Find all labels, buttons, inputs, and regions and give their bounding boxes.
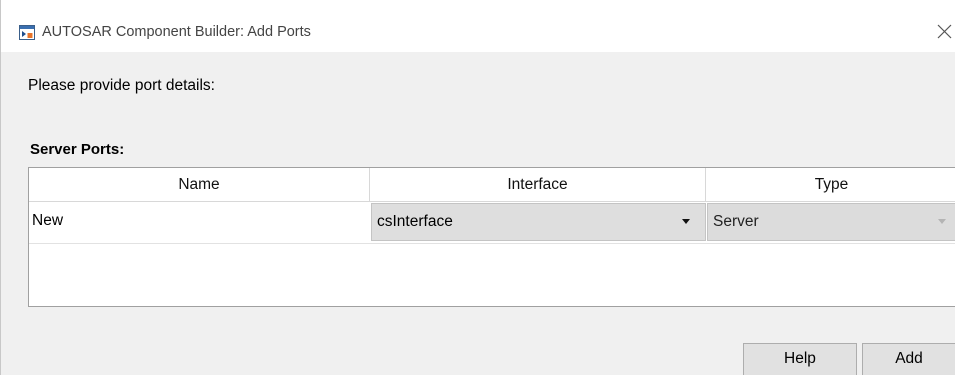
server-ports-table: Name Interface Type New csInterface Serv… (28, 167, 955, 307)
chevron-down-icon (938, 219, 946, 224)
column-header-type[interactable]: Type (706, 168, 955, 202)
simulink-app-icon (19, 25, 35, 40)
table-row: New csInterface Server (29, 202, 955, 244)
window-title: AUTOSAR Component Builder: Add Ports (42, 24, 311, 40)
column-header-name[interactable]: Name (29, 168, 370, 202)
add-button[interactable]: Add (862, 343, 955, 375)
type-value: Server (713, 213, 759, 230)
port-name-cell[interactable]: New (29, 202, 370, 242)
add-ports-dialog: AUTOSAR Component Builder: Add Ports Ple… (0, 0, 955, 375)
chevron-down-icon (682, 219, 690, 224)
server-ports-heading: Server Ports: (30, 141, 125, 158)
column-header-interface[interactable]: Interface (370, 168, 706, 202)
interface-dropdown[interactable]: csInterface (371, 203, 706, 241)
port-details-prompt: Please provide port details: (28, 77, 215, 94)
interface-value: csInterface (377, 213, 453, 230)
title-bar: AUTOSAR Component Builder: Add Ports (1, 0, 955, 52)
close-icon[interactable] (934, 21, 955, 43)
type-dropdown: Server (707, 203, 955, 241)
help-button[interactable]: Help (743, 343, 857, 375)
